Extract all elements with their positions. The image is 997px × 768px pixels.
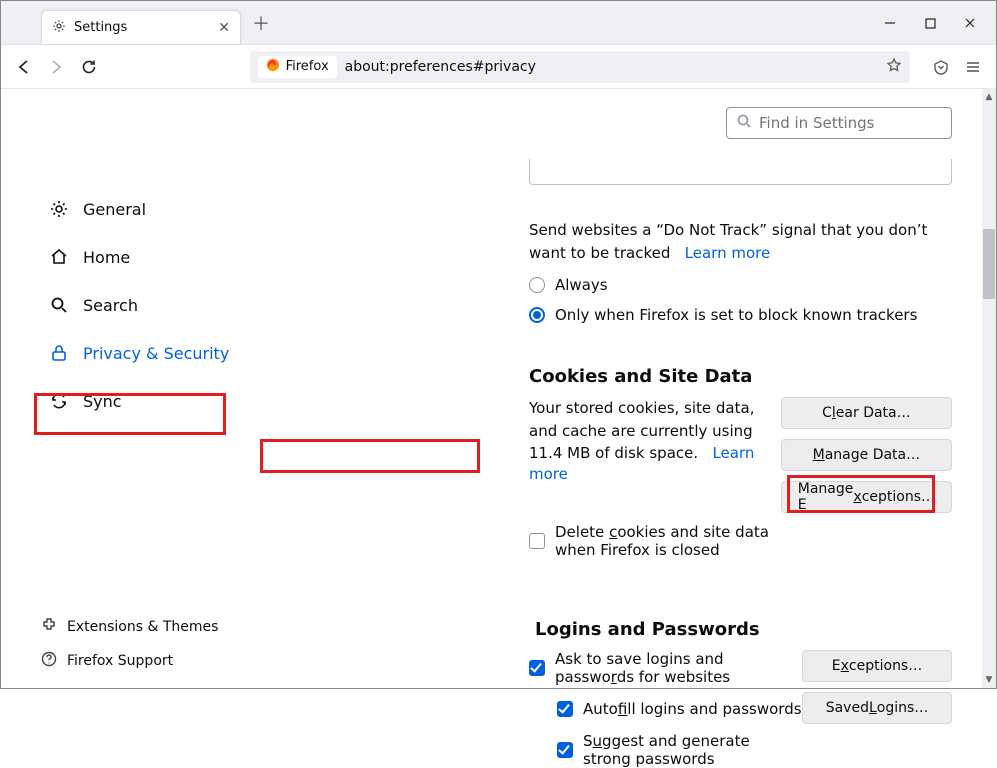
dnt-option-always[interactable]: Always <box>529 276 952 294</box>
close-button[interactable] <box>952 9 988 37</box>
support-link[interactable]: Firefox Support <box>41 644 218 678</box>
search-placeholder: Find in Settings <box>759 114 874 132</box>
sidebar-item-label: General <box>83 200 146 219</box>
search-icon <box>737 114 751 132</box>
maximize-button[interactable] <box>912 9 948 37</box>
app-menu-button[interactable] <box>962 51 984 83</box>
extensions-link[interactable]: Extensions & Themes <box>41 610 218 644</box>
titlebar: Settings ✕ ＋ <box>1 1 996 45</box>
minimize-button[interactable] <box>872 9 908 37</box>
sidebar-item-home[interactable]: Home <box>41 237 261 277</box>
saved-logins-button[interactable]: Saved Logins… <box>802 692 952 724</box>
clear-data-button[interactable]: Clear Data… <box>781 397 952 429</box>
ask-save-logins-option[interactable]: Ask to save logins and passwords for web… <box>529 650 802 686</box>
checkbox[interactable] <box>557 701 573 717</box>
scroll-up-button[interactable]: ▲ <box>982 89 996 105</box>
radio-button[interactable] <box>529 307 545 323</box>
home-icon <box>49 247 69 267</box>
logins-heading: Logins and Passwords <box>535 619 952 640</box>
checkbox-label: Ask to save logins and passwords for web… <box>555 650 802 686</box>
sidebar-item-label: Search <box>83 296 138 315</box>
scroll-down-button[interactable]: ▼ <box>982 672 996 688</box>
manage-exceptions-button[interactable]: Manage Exceptions… <box>781 481 952 513</box>
settings-pane: Find in Settings Send websites a “Do Not… <box>261 89 982 688</box>
close-icon[interactable]: ✕ <box>218 20 230 36</box>
url-bar[interactable]: Firefox about:preferences#privacy <box>250 51 910 83</box>
sidebar-item-privacy[interactable]: Privacy & Security <box>41 333 261 373</box>
checkbox[interactable] <box>557 742 573 758</box>
checkbox[interactable] <box>529 533 545 549</box>
gear-icon <box>52 19 66 37</box>
autofill-logins-option[interactable]: Autofill logins and passwords <box>557 700 802 718</box>
content-area: General Home Search Privacy & Security S… <box>1 89 982 688</box>
browser-tab[interactable]: Settings ✕ <box>41 10 241 44</box>
nav-toolbar: Firefox about:preferences#privacy <box>1 45 996 89</box>
gear-icon <box>49 199 69 219</box>
checkbox-label: Delete cookies and site data when Firefo… <box>555 523 781 559</box>
search-icon <box>49 295 69 315</box>
new-tab-button[interactable]: ＋ <box>247 9 275 37</box>
cookies-heading: Cookies and Site Data <box>529 366 952 387</box>
manage-data-button[interactable]: Manage Data… <box>781 439 952 471</box>
identity-label: Firefox <box>286 59 329 74</box>
forward-button[interactable] <box>45 51 67 83</box>
tab-title: Settings <box>74 20 127 35</box>
firefox-icon <box>266 58 280 76</box>
back-button[interactable] <box>13 51 35 83</box>
logins-exceptions-button[interactable]: Exceptions… <box>802 650 952 682</box>
puzzle-icon <box>41 617 57 637</box>
lock-icon <box>49 343 69 363</box>
checkbox-label: Autofill logins and passwords <box>583 700 802 718</box>
window-controls <box>872 1 996 37</box>
dnt-learn-more-link[interactable]: Learn more <box>685 244 771 262</box>
settings-sidebar: General Home Search Privacy & Security S… <box>1 89 261 688</box>
checkbox-label: Suggest and generate strong passwords <box>583 732 802 768</box>
settings-search-input[interactable]: Find in Settings <box>726 107 952 139</box>
site-identity[interactable]: Firefox <box>258 56 337 78</box>
sidebar-item-general[interactable]: General <box>41 189 261 229</box>
sidebar-item-sync[interactable]: Sync <box>41 381 261 421</box>
dnt-intro-row: Send websites a “Do Not Track” signal th… <box>529 219 952 264</box>
radio-button[interactable] <box>529 277 545 293</box>
sidebar-item-label: Sync <box>83 392 122 411</box>
vertical-scrollbar[interactable]: ▲ ▼ <box>982 89 996 688</box>
checkbox[interactable] <box>529 660 545 676</box>
radio-label: Only when Firefox is set to block known … <box>555 306 917 324</box>
link-label: Firefox Support <box>67 653 173 669</box>
suggest-passwords-option[interactable]: Suggest and generate strong passwords <box>557 732 802 768</box>
sidebar-item-label: Home <box>83 248 130 267</box>
help-icon <box>41 651 57 671</box>
sidebar-item-search[interactable]: Search <box>41 285 261 325</box>
delete-on-close-option[interactable]: Delete cookies and site data when Firefo… <box>529 523 781 559</box>
link-label: Extensions & Themes <box>67 619 218 635</box>
reload-button[interactable] <box>77 51 99 83</box>
url-text: about:preferences#privacy <box>345 59 536 75</box>
dnt-option-default[interactable]: Only when Firefox is set to block known … <box>529 306 952 324</box>
sidebar-item-label: Privacy & Security <box>83 344 229 363</box>
radio-label: Always <box>555 276 608 294</box>
bookmark-star-icon[interactable] <box>886 57 902 77</box>
pocket-icon[interactable] <box>930 51 952 83</box>
scroll-thumb[interactable] <box>983 229 995 299</box>
truncated-content-box <box>529 159 952 185</box>
sync-icon <box>49 391 69 411</box>
